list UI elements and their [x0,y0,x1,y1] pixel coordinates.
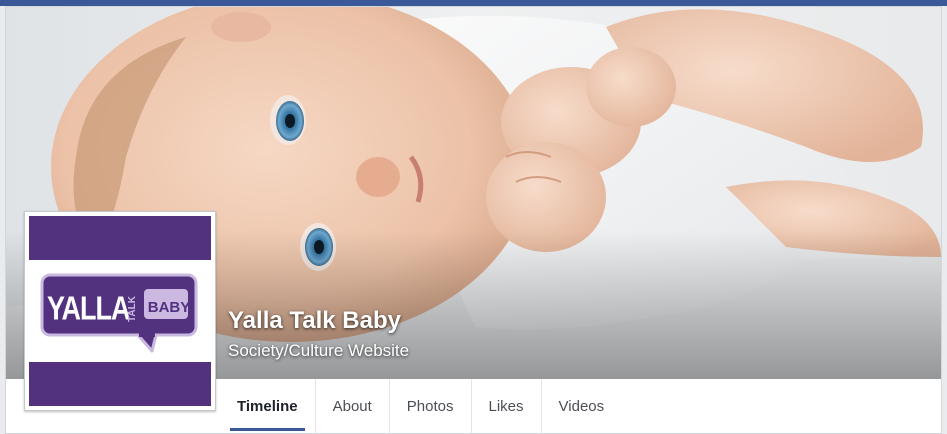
profile-picture-inner: YALLA TALK BABY [29,216,211,406]
facebook-page-header: Yalla Talk Baby Society/Culture Website … [0,0,947,434]
profile-stripe-top [29,216,211,260]
tab-about[interactable]: About [316,379,390,433]
tab-photos[interactable]: Photos [390,379,472,433]
profile-picture[interactable]: YALLA TALK BABY [24,211,216,411]
page-category[interactable]: Society/Culture Website [228,341,409,361]
logo-word-baby: BABY [147,299,191,316]
logo-word-talk: TALK [127,296,138,322]
page-header-frame: Yalla Talk Baby Society/Culture Website … [5,6,942,434]
tab-timeline[interactable]: Timeline [220,379,316,433]
page-identity: Yalla Talk Baby Society/Culture Website [228,307,409,361]
page-tabs: Timeline About Photos Likes Videos [220,379,621,433]
tab-videos[interactable]: Videos [542,379,622,433]
page-title[interactable]: Yalla Talk Baby [228,307,409,335]
tab-likes[interactable]: Likes [472,379,542,433]
logo-word-yalla: YALLA [47,289,131,327]
profile-stripe-bottom [29,362,211,406]
